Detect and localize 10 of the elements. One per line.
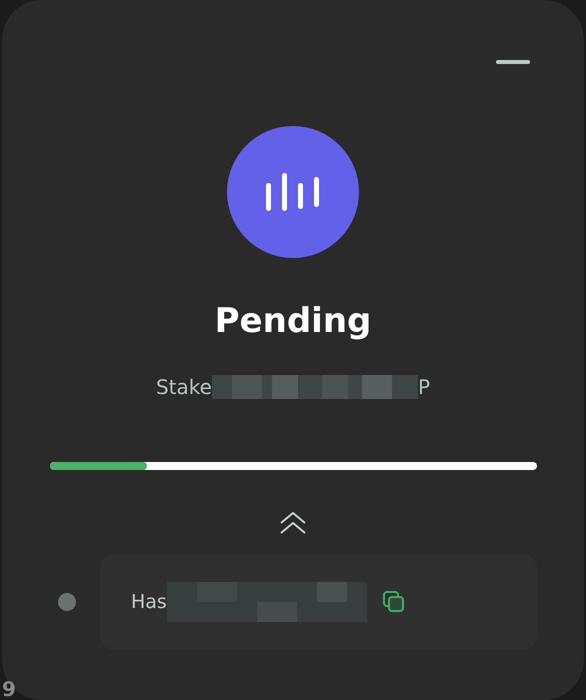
detail-text: P — [418, 374, 430, 401]
bars-icon — [266, 173, 320, 211]
copy-icon[interactable] — [382, 591, 405, 613]
status-dot — [58, 593, 76, 611]
minimize-button[interactable] — [496, 60, 530, 64]
detail-text: Stake — [156, 374, 212, 401]
hash-label: Has — [131, 590, 167, 615]
background-text: 9 — [2, 678, 16, 700]
status-title: Pending — [214, 304, 372, 338]
expand-icon[interactable] — [280, 512, 306, 534]
